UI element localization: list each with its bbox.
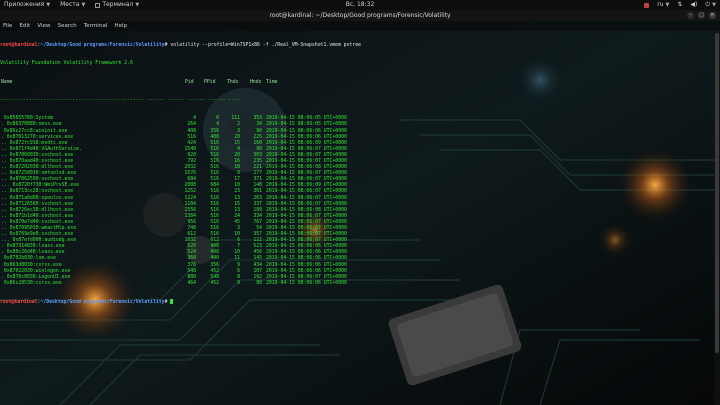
final-prompt-symbol: # [164, 300, 168, 306]
scrollbar-thumb[interactable] [715, 33, 719, 353]
applications-label: Приложения [4, 1, 45, 8]
menu-terminal[interactable]: Terminal [84, 21, 108, 31]
network-indicator[interactable]: ⇅ [677, 0, 682, 10]
volume-indicator[interactable]: ◀) [690, 0, 697, 10]
header-time: Time [266, 79, 278, 85]
menu-help[interactable]: Help [114, 21, 127, 31]
system-menu[interactable]: ⏻ ▼ [705, 0, 716, 10]
caret-down-icon: ▼ [712, 2, 716, 8]
terminal-app-label: Терминал [102, 1, 134, 8]
menu-view[interactable]: View [37, 21, 50, 31]
lang-label: ru [657, 1, 664, 8]
table-row: 0x86c28530:csrss.exe 464 452 9 80 2019-04-15 … [0, 281, 712, 287]
menu-search[interactable]: Search [58, 21, 77, 31]
terminal-scrollbar[interactable] [714, 31, 720, 405]
caret-down-icon: ▼ [665, 2, 670, 8]
terminal-menubar: File Edit View Search Terminal Help [0, 21, 720, 31]
places-label: Места [60, 1, 80, 8]
command-text: volatility --profile=Win7SP1x86 -f ./Rea… [167, 43, 362, 49]
menu-edit[interactable]: Edit [19, 21, 30, 31]
clock[interactable]: Вс, 18:32 [346, 1, 375, 8]
applications-menu[interactable]: Приложения ▼ [4, 0, 50, 10]
banner-line: Volatility Foundation Volatility Framewo… [0, 61, 133, 67]
volume-icon: ◀) [690, 1, 698, 8]
places-menu[interactable]: Места ▼ [60, 0, 85, 10]
cell-ppid: 452 [210, 280, 219, 286]
table-header: Name Pid PPid Thds Hnds Time [0, 80, 712, 86]
terminal-titlebar[interactable]: root@kardinal: ~/Desktop/Good programs/F… [0, 10, 720, 21]
prompt-path: :~/Desktop/Good programs/Forensic/Volati… [37, 43, 165, 49]
terminal-app-menu[interactable]: Терминал ▼ [95, 0, 139, 10]
header-hnds: Hnds [250, 79, 262, 85]
cell-hnds: 80 [256, 280, 262, 286]
header-name: Name [1, 79, 13, 85]
caret-down-icon: ▼ [81, 2, 86, 8]
cell-pid: 464 [187, 280, 196, 286]
header-thds: Thds [227, 79, 239, 85]
menu-file[interactable]: File [3, 21, 12, 31]
keyboard-layout[interactable]: ru ▼ [657, 0, 669, 10]
caret-down-icon: ▼ [135, 2, 140, 8]
window-title: root@kardinal: ~/Desktop/Good programs/F… [269, 12, 451, 19]
close-icon[interactable]: ✕ [709, 12, 716, 19]
top-panel: Приложения ▼ Места ▼ Терминал ▼ Вс, 18:3… [0, 0, 720, 10]
command-line: root@kardinal:~/Desktop/Good programs/Fo… [0, 43, 712, 49]
final-prompt-path: :~/Desktop/Good programs/Forensic/Volati… [37, 300, 165, 306]
network-icon: ⇅ [677, 1, 683, 8]
terminal-icon [95, 2, 101, 8]
cell-thds: 9 [237, 280, 240, 286]
camera-icon [644, 2, 650, 8]
final-prompt-line: root@kardinal:~/Desktop/Good programs/Fo… [0, 299, 712, 305]
prompt-user: root@kardinal [0, 43, 38, 49]
maximize-icon[interactable]: □ [698, 12, 705, 19]
header-pid: Pid [185, 79, 194, 85]
table-separator: ----------------------------------------… [0, 98, 240, 104]
caret-down-icon: ▼ [46, 2, 51, 8]
process-tree: 0x85655780:System 4 0 111 353 2019-04-15 08:0… [0, 116, 712, 287]
terminal-output[interactable]: root@kardinal:~/Desktop/Good programs/Fo… [0, 31, 712, 405]
screenshot-indicator[interactable] [644, 2, 650, 8]
power-icon: ⏻ [705, 1, 711, 8]
cell-time: 2019-04-15 08:06:06 UTC+0000 [266, 280, 347, 286]
minimize-icon[interactable]: – [687, 12, 694, 19]
final-prompt-user: root@kardinal [0, 300, 38, 306]
cell-name: 0x86c28530:csrss.exe [1, 280, 62, 286]
text-cursor [170, 299, 174, 305]
header-ppid: PPid [204, 79, 216, 85]
